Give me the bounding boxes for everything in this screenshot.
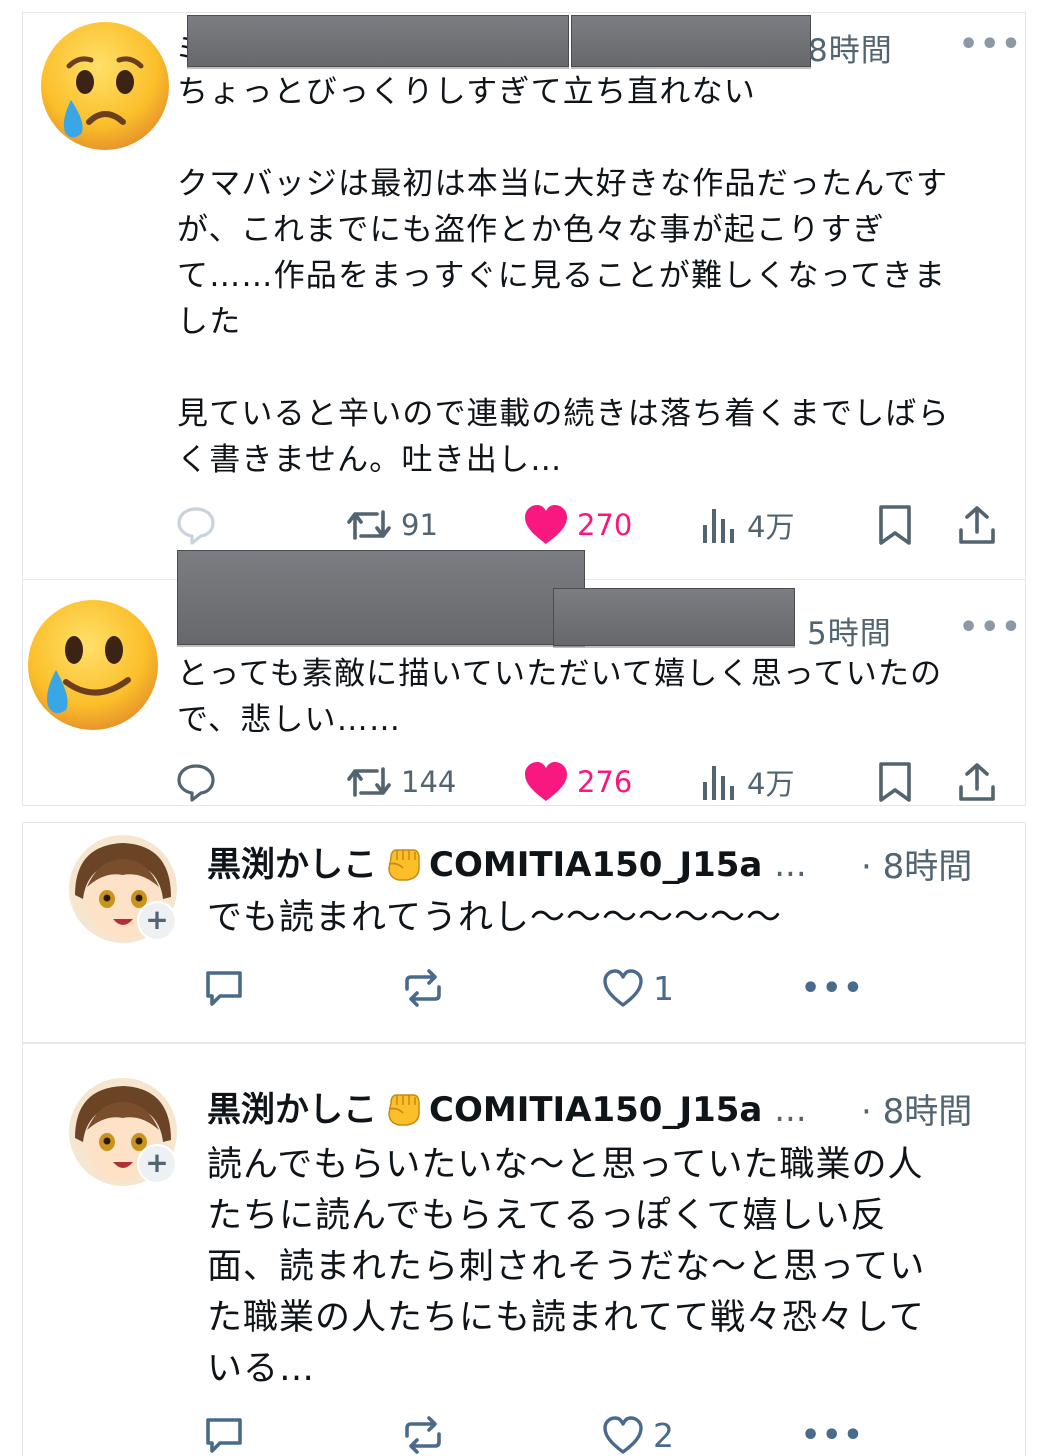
bookmark-button[interactable] — [877, 500, 913, 550]
reply-button[interactable] — [203, 963, 245, 1013]
retweet-count: 144 — [401, 765, 457, 799]
like-button[interactable]: 2 — [601, 1410, 674, 1456]
reply-icon — [177, 507, 215, 545]
more-options-icon[interactable]: ••• — [959, 610, 1023, 645]
like-count: 1 — [653, 968, 674, 1008]
reply-time[interactable]: · 8時間 — [861, 839, 972, 888]
heart-outline-icon — [603, 1416, 643, 1454]
tweet-text: ちょっとびっくりしすぎて立ち直れない クマバッジは最初は本当に大好きな作品だった… — [177, 74, 950, 478]
reply-actions: 2 ••• — [23, 1410, 1027, 1456]
repost-icon — [405, 1416, 441, 1454]
tweet-time[interactable]: 8時間 — [808, 25, 893, 70]
repost-button[interactable] — [401, 1410, 445, 1456]
redacted-author-handle — [553, 588, 795, 646]
tweet-time[interactable]: 5時間 — [807, 608, 892, 653]
views-button[interactable]: 4万 — [701, 757, 794, 807]
more-options-icon[interactable]: ••• — [959, 27, 1023, 62]
raised-fist-icon — [383, 842, 423, 891]
more-dots-icon: ••• — [801, 1417, 865, 1453]
more-options-button[interactable]: ••• — [801, 1410, 865, 1456]
reply-author[interactable]: 黒渕かしこ COMITIA150_J15a ... — [207, 837, 807, 891]
crying-face-icon — [41, 22, 169, 150]
view-count: 4万 — [747, 767, 795, 801]
name-ellipsis: ... — [774, 1090, 807, 1130]
follow-plus-icon[interactable]: + — [137, 1144, 177, 1184]
bookmark-button[interactable] — [877, 757, 913, 807]
reply-icon — [177, 764, 215, 802]
display-handle: COMITIA150_J15a — [429, 1090, 763, 1130]
heart-filled-icon — [525, 762, 567, 801]
repost-icon — [405, 969, 441, 1007]
heart-outline-icon — [603, 969, 643, 1007]
tweet-card-2[interactable]: 5時間 ••• とっても素敵に描いていただいて嬉しく思っていたの で、悲しい……… — [22, 550, 1027, 807]
like-count: 276 — [577, 765, 633, 799]
retweet-icon — [347, 767, 391, 797]
follow-plus-icon[interactable]: + — [137, 901, 177, 941]
like-count: 2 — [653, 1415, 674, 1455]
share-icon — [959, 506, 995, 544]
view-count: 4万 — [747, 510, 795, 544]
name-ellipsis: ... — [774, 845, 807, 885]
share-button[interactable] — [957, 500, 997, 550]
share-button[interactable] — [957, 757, 997, 807]
more-options-button[interactable]: ••• — [801, 963, 865, 1013]
raised-fist-icon — [383, 1087, 423, 1136]
more-dots-icon: ••• — [801, 970, 865, 1006]
like-button[interactable]: 270 — [523, 500, 632, 550]
like-button[interactable]: 1 — [601, 963, 674, 1013]
views-chart-icon — [703, 766, 734, 800]
like-count: 270 — [577, 508, 633, 542]
redacted-author-handle — [571, 15, 811, 67]
comment-icon — [206, 971, 242, 1006]
redacted-author-name — [177, 550, 585, 645]
retweet-button[interactable]: 91 — [345, 500, 438, 550]
smiling-face-with-tear-icon — [28, 600, 158, 730]
reply-button[interactable] — [175, 500, 217, 550]
reply-actions: 1 ••• — [23, 963, 1027, 1013]
heart-filled-icon — [525, 505, 567, 544]
reply-button[interactable] — [203, 1410, 245, 1456]
reply-author[interactable]: 黒渕かしこ COMITIA150_J15a ... — [207, 1082, 807, 1136]
display-name: 黒渕かしこ — [207, 1090, 377, 1130]
tweet-actions: 144 276 4万 — [23, 757, 1027, 807]
tweet-text: とっても素敵に描いていただいて嬉しく思っていたの で、悲しい…… — [177, 656, 943, 738]
retweet-count: 91 — [401, 508, 438, 542]
share-icon — [959, 763, 995, 801]
views-chart-icon — [703, 509, 734, 543]
repost-button[interactable] — [401, 963, 445, 1013]
comment-icon — [206, 1418, 242, 1453]
retweet-icon — [347, 510, 391, 540]
reply-text: でも読まれてうれし〜〜〜〜〜〜〜 — [207, 898, 782, 938]
reply-button[interactable] — [175, 757, 217, 807]
display-name: 黒渕かしこ — [207, 845, 377, 885]
reply-card-2[interactable]: + 黒渕かしこ COMITIA150_J15a ... · 8時間 読んでもらいた… — [22, 1043, 1026, 1456]
tweet-card-1[interactable]: ミ 8時間 ••• ちょっとびっくりしすぎて立ち直れない クマバッジは最初は本当… — [22, 12, 1026, 579]
tweet-actions: 91 270 4万 — [23, 500, 1027, 550]
display-handle: COMITIA150_J15a — [429, 845, 763, 885]
bookmark-icon — [879, 505, 911, 545]
views-button[interactable]: 4万 — [701, 500, 794, 550]
reply-time[interactable]: · 8時間 — [861, 1084, 972, 1133]
redacted-author-name — [187, 15, 569, 67]
reply-text: 読んでもらいたいな〜と思っていた職業の人 たちに読んでもらえてるっぽくて嬉しい反… — [207, 1145, 926, 1389]
reply-card-1[interactable]: + 黒渕かしこ COMITIA150_J15a ... · 8時間 でも読まれてう… — [22, 822, 1026, 1043]
like-button[interactable]: 276 — [523, 757, 632, 807]
retweet-button[interactable]: 144 — [345, 757, 456, 807]
bookmark-icon — [879, 762, 911, 802]
